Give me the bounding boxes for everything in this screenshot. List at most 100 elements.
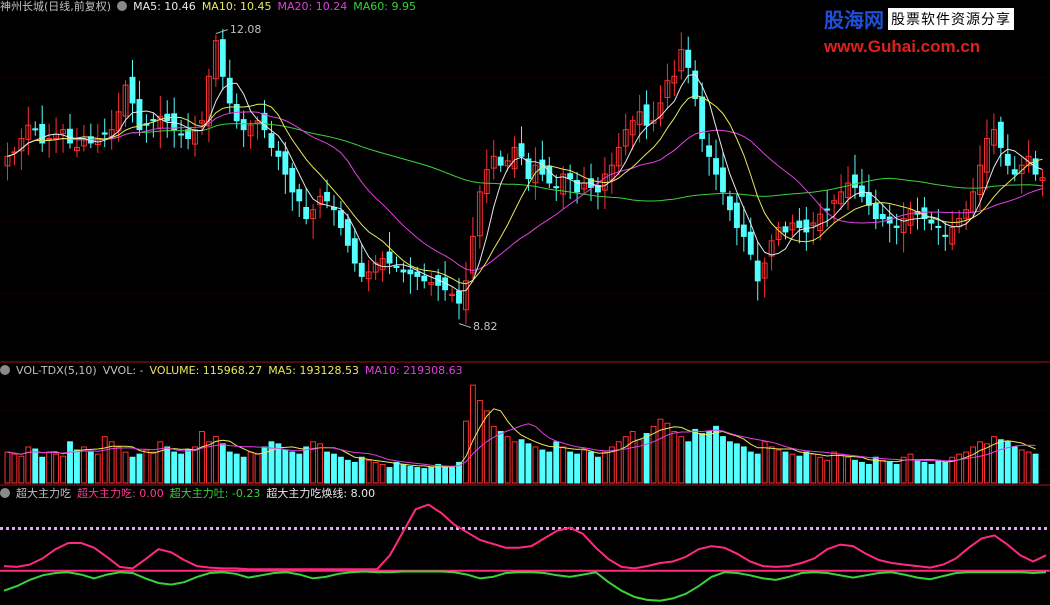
candle-body [740, 224, 747, 237]
volume-bar [775, 449, 782, 484]
volume-indicator-name[interactable]: VOL-TDX(5,10) [16, 364, 97, 377]
price-indicator-0: MA5: 10.46 [133, 0, 196, 13]
volume-bar [754, 453, 761, 484]
flow-indicator-name[interactable]: 超大主力吃 [16, 487, 71, 500]
volume-bar [553, 441, 560, 484]
volume-bar [810, 453, 817, 484]
candle-body [400, 269, 407, 273]
volume-indicator-0: VOLUME: 115968.27 [149, 364, 263, 377]
volume-bar [476, 400, 483, 484]
candle-body [358, 262, 365, 277]
volume-bar [53, 453, 60, 484]
volume-bar [205, 441, 212, 484]
volume-bar [858, 461, 865, 484]
candle-body [289, 167, 296, 193]
candle-body [720, 167, 726, 193]
volume-bar [692, 428, 699, 484]
volume-bar [164, 446, 171, 484]
volume-bar [928, 463, 935, 484]
candle-body [261, 112, 268, 131]
candle-body [706, 145, 713, 157]
volume-bar [1018, 449, 1025, 484]
volume-bar [622, 436, 629, 484]
volume-bar [664, 422, 671, 484]
volume-bar [337, 456, 344, 484]
volume-bar [539, 449, 546, 484]
candle-body [456, 290, 462, 304]
watermark-logo: 股海网 股票软件资源分享 www.Guhai.com.cn [824, 4, 1046, 56]
volume-bar [956, 453, 963, 484]
candle-body [497, 156, 504, 166]
candle-body [796, 220, 803, 228]
volume-bar [914, 459, 921, 484]
volume-bar [511, 441, 518, 484]
candle-body [824, 208, 831, 211]
volume-bar [39, 456, 46, 484]
gear-icon[interactable] [0, 365, 10, 375]
ma5-line [7, 73, 1043, 292]
volume-bar [504, 436, 511, 484]
volume-bar [115, 446, 122, 484]
volume-bar [747, 451, 754, 484]
candle-body [997, 121, 1004, 148]
volume-bar [129, 456, 136, 484]
candle-body [553, 186, 560, 189]
volume-bar [212, 436, 219, 484]
high-price-label: 12.08 [229, 22, 262, 36]
volume-bar [136, 453, 143, 484]
volume-bar [32, 448, 39, 484]
candle-body [171, 113, 178, 131]
volume-bar [393, 461, 400, 484]
volume-bar [678, 436, 685, 484]
candle-body [407, 269, 414, 275]
candle-body [178, 133, 185, 136]
volume-bar [400, 463, 407, 484]
volume-bar [442, 466, 449, 484]
candle-body [226, 77, 233, 104]
candle-body [275, 150, 282, 157]
volume-bar [296, 453, 303, 484]
volume-bar [935, 459, 942, 484]
candle-body [101, 132, 108, 135]
volume-bar [192, 446, 198, 484]
candle-body [754, 260, 761, 282]
candle-body [872, 203, 879, 220]
candle-body [351, 238, 358, 264]
high-marker [215, 29, 229, 35]
candle-body [893, 225, 900, 228]
volume-bar [574, 453, 581, 484]
volume-bar [490, 425, 497, 484]
stock-name[interactable]: 神州长城(日线,前复权) [0, 0, 111, 13]
volume-indicator-2: MA10: 219308.63 [364, 364, 463, 377]
volume-bar [372, 461, 379, 484]
gear-icon[interactable] [0, 488, 10, 498]
candle-body [942, 234, 949, 237]
volume-bar [365, 459, 372, 484]
flow-header: 超大主力吃 超大主力吃: 0.00 超大主力吐: -0.23 超大主力吃焕线: 8.0… [0, 487, 387, 501]
volume-bar [525, 443, 532, 484]
candle-body [303, 207, 310, 220]
chart-canvas[interactable] [0, 0, 1050, 605]
volume-bar [497, 431, 504, 484]
volume-bar [289, 451, 296, 484]
flow-eat-line [3, 503, 1047, 571]
candle-body [935, 225, 942, 228]
candle-body [852, 174, 858, 188]
flow-spit-line [3, 570, 1047, 602]
candle-body [129, 76, 136, 104]
gear-icon[interactable] [117, 1, 128, 11]
volume-bar [379, 463, 386, 484]
candle-body [421, 275, 428, 282]
candle-body [713, 158, 719, 175]
candle-body [337, 210, 344, 228]
volume-bar [984, 443, 990, 484]
volume-bar [317, 443, 324, 484]
volume-bar [907, 453, 914, 484]
volume-bar [101, 436, 108, 484]
volume-bar [303, 446, 310, 484]
candle-body [324, 192, 330, 202]
candle-body [1011, 169, 1018, 175]
volume-bar [4, 451, 11, 484]
volume-bar [226, 451, 233, 484]
volume-bar [518, 439, 525, 484]
